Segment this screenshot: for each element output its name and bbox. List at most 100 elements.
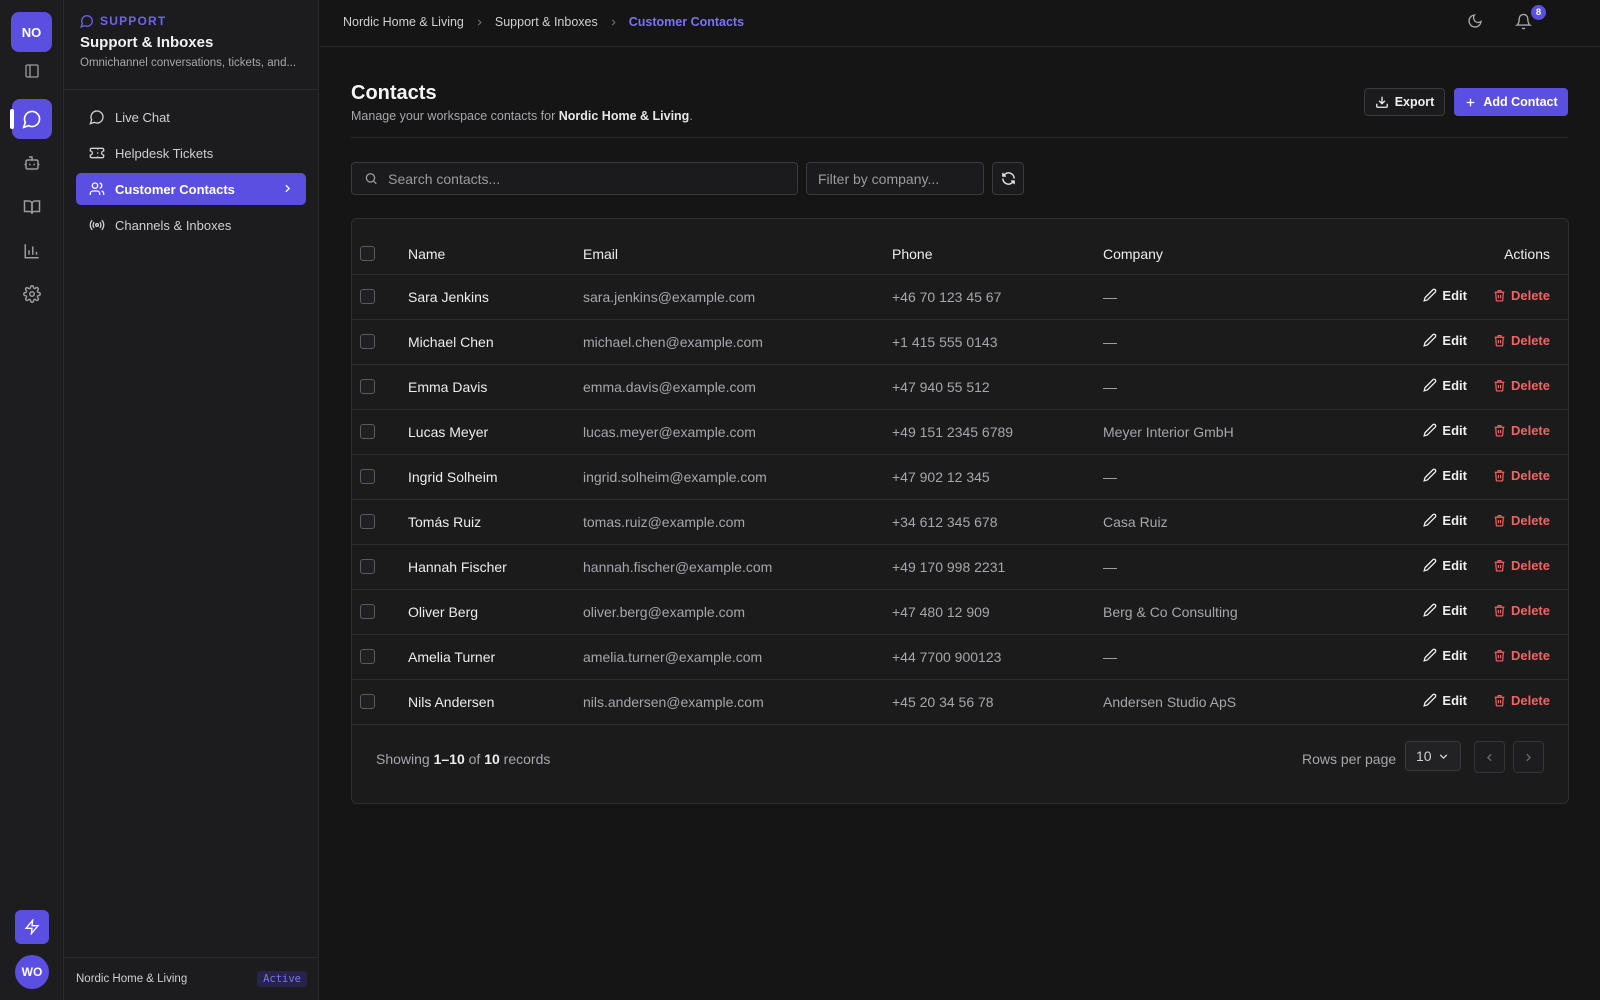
sidebar-item-customer-contacts[interactable]: Customer Contacts (76, 173, 306, 205)
company-filter-field[interactable] (806, 162, 984, 195)
table-row[interactable]: Hannah Fischer hannah.fischer@example.com… (352, 544, 1568, 590)
row-checkbox[interactable] (360, 379, 375, 394)
delete-button[interactable]: Delete (1493, 603, 1550, 618)
edit-button[interactable]: Edit (1423, 468, 1467, 483)
edit-label: Edit (1442, 287, 1467, 303)
edit-button[interactable]: Edit (1423, 423, 1467, 438)
row-checkbox[interactable] (360, 424, 375, 439)
row-checkbox[interactable] (360, 604, 375, 619)
workspace-badge[interactable]: NO (11, 12, 52, 52)
table-row[interactable]: Tomás Ruiz tomas.ruiz@example.com +34 612 … (352, 499, 1568, 545)
delete-label: Delete (1510, 468, 1550, 484)
column-header-name[interactable]: Name (408, 234, 583, 275)
message-circle-icon (89, 110, 104, 125)
row-actions: Edit Delete (1363, 499, 1568, 545)
bot-icon[interactable] (12, 143, 52, 183)
edit-button[interactable]: Edit (1423, 378, 1467, 393)
sidebar-item-live-chat[interactable]: Live Chat (76, 101, 306, 133)
sidebar-item-label: Helpdesk Tickets (115, 145, 214, 161)
chevron-right-icon (1526, 753, 1532, 761)
column-header-email[interactable]: Email (583, 234, 892, 275)
search-icon (365, 173, 377, 185)
delete-button[interactable]: Delete (1493, 468, 1550, 483)
row-checkbox[interactable] (360, 694, 375, 709)
trash-icon (1494, 605, 1505, 617)
sidebar-title: Support & Inboxes (80, 34, 214, 51)
contact-email: sara.jenkins@example.com (583, 274, 892, 320)
row-checkbox[interactable] (360, 469, 375, 484)
table-row[interactable]: Sara Jenkins sara.jenkins@example.com +46 … (352, 274, 1568, 320)
sidebar-description: Omnichannel conversations, tickets, and.… (80, 57, 297, 69)
rows-per-page-select[interactable]: 10 (1405, 741, 1461, 771)
moon-icon[interactable] (1467, 13, 1483, 34)
search-input[interactable] (388, 170, 785, 187)
row-checkbox[interactable] (360, 514, 375, 529)
edit-button[interactable]: Edit (1423, 603, 1467, 618)
table-row[interactable]: Michael Chen michael.chen@example.com +1 4… (352, 319, 1568, 365)
breadcrumb-section[interactable]: Support & Inboxes (495, 15, 598, 29)
edit-button[interactable]: Edit (1423, 693, 1467, 708)
bolt-icon[interactable] (15, 910, 49, 944)
row-checkbox[interactable] (360, 559, 375, 574)
next-page-button[interactable] (1513, 741, 1544, 773)
table-row[interactable]: Amelia Turner amelia.turner@example.com +4… (352, 634, 1568, 680)
delete-button[interactable]: Delete (1493, 648, 1550, 663)
row-actions: Edit Delete (1363, 319, 1568, 365)
delete-label: Delete (1510, 378, 1550, 394)
chat-icon[interactable] (10, 99, 52, 139)
delete-button[interactable]: Delete (1493, 423, 1550, 438)
table-row[interactable]: Lucas Meyer lucas.meyer@example.com +49 15… (352, 409, 1568, 455)
delete-button[interactable]: Delete (1493, 513, 1550, 528)
breadcrumb-workspace[interactable]: Nordic Home & Living (343, 15, 464, 29)
company-filter-input[interactable] (818, 170, 972, 187)
row-checkbox[interactable] (360, 334, 375, 349)
contact-name: Hannah Fischer (408, 544, 583, 590)
row-select-cell (352, 364, 408, 410)
gear-icon[interactable] (12, 274, 52, 314)
delete-button[interactable]: Delete (1493, 558, 1550, 573)
contact-name: Oliver Berg (408, 589, 583, 635)
edit-button[interactable]: Edit (1423, 558, 1467, 573)
page-subtitle: Manage your workspace contacts for Nordi… (351, 109, 693, 123)
header-select-cell (352, 234, 408, 275)
plus-icon (1467, 98, 1475, 106)
subtitle-workspace: Nordic Home & Living (558, 109, 690, 123)
pencil-icon (1423, 648, 1437, 662)
row-checkbox[interactable] (360, 289, 375, 304)
add-contact-button[interactable]: Add Contact (1454, 88, 1568, 116)
select-all-checkbox[interactable] (360, 246, 375, 262)
edit-button[interactable]: Edit (1423, 333, 1467, 348)
export-button[interactable]: Export (1364, 88, 1445, 116)
row-checkbox[interactable] (360, 649, 375, 664)
export-label: Export (1394, 95, 1435, 109)
sidebar-toggle-icon[interactable] (12, 51, 52, 91)
column-header-phone[interactable]: Phone (892, 234, 1103, 275)
refresh-button[interactable] (992, 162, 1024, 195)
table-row[interactable]: Nils Andersen nils.andersen@example.com +4… (352, 679, 1568, 725)
table-row[interactable]: Oliver Berg oliver.berg@example.com +47 48… (352, 589, 1568, 635)
search-field[interactable] (351, 162, 798, 195)
contact-name: Sara Jenkins (408, 274, 583, 320)
edit-button[interactable]: Edit (1423, 648, 1467, 663)
delete-button[interactable]: Delete (1493, 378, 1550, 393)
previous-page-button[interactable] (1474, 741, 1505, 773)
contact-email: lucas.meyer@example.com (583, 409, 892, 455)
table-row[interactable]: Emma Davis emma.davis@example.com +47 940 … (352, 364, 1568, 410)
delete-button[interactable]: Delete (1493, 693, 1550, 708)
user-avatar[interactable]: WO (15, 955, 49, 989)
edit-label: Edit (1442, 332, 1467, 348)
bell-icon[interactable] (1514, 13, 1533, 35)
edit-label: Edit (1442, 377, 1467, 393)
contact-email: ingrid.solheim@example.com (583, 454, 892, 500)
edit-button[interactable]: Edit (1423, 513, 1467, 528)
edit-button[interactable]: Edit (1423, 288, 1467, 303)
sidebar-item-helpdesk-tickets[interactable]: Helpdesk Tickets (76, 137, 306, 169)
book-icon[interactable] (12, 187, 52, 227)
sidebar-item-channels-inboxes[interactable]: Channels & Inboxes (76, 209, 306, 241)
delete-button[interactable]: Delete (1493, 333, 1550, 348)
chart-icon[interactable] (12, 231, 52, 271)
column-header-company[interactable]: Company (1103, 234, 1363, 275)
delete-button[interactable]: Delete (1493, 288, 1550, 303)
pencil-icon (1423, 468, 1437, 482)
table-row[interactable]: Ingrid Solheim ingrid.solheim@example.com… (352, 454, 1568, 500)
